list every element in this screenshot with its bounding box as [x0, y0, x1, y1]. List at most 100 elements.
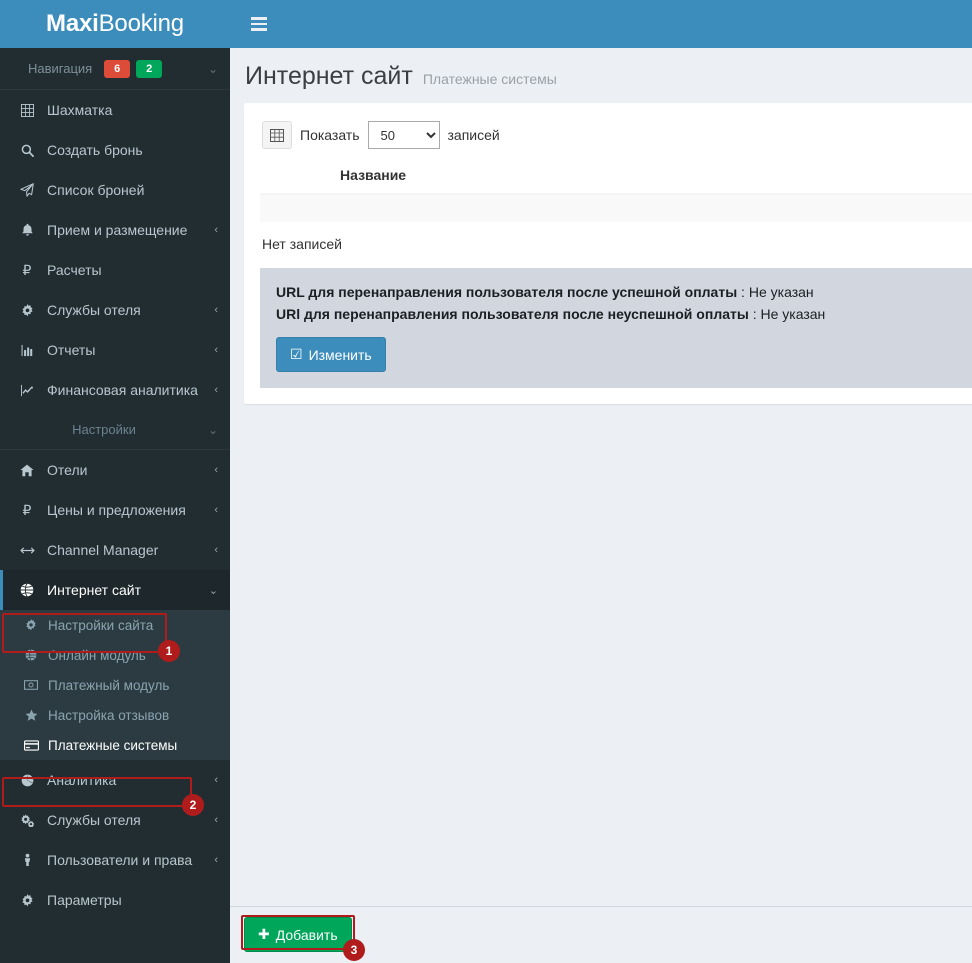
nav-section-header[interactable]: Навигация 6 2 ⌄	[0, 48, 230, 90]
brand-text-part2: Booking	[98, 10, 185, 37]
sidebar-item-parameters[interactable]: Параметры	[0, 880, 230, 920]
sidebar-item-label: Отчеты	[47, 342, 96, 358]
sidebar-item-reports[interactable]: Отчеты ‹	[0, 330, 230, 370]
sidebar-item-hotels[interactable]: Отели ‹	[0, 450, 230, 490]
sidebar-subitem-online-module[interactable]: Онлайн модуль	[0, 640, 230, 670]
user-icon	[17, 853, 37, 867]
sidebar-item-label: Прием и размещение	[47, 222, 188, 238]
add-button-label: Добавить	[275, 926, 338, 943]
sidebar-subitem-reviews-settings[interactable]: Настройка отзывов	[0, 700, 230, 730]
sidebar-submenu-internet-site: Настройки сайта Онлайн модуль Платежный …	[0, 610, 230, 760]
chevron-left-icon: ‹	[214, 464, 218, 476]
bell-icon	[17, 223, 37, 237]
sidebar-subitem-payment-module[interactable]: Платежный модуль	[0, 670, 230, 700]
sidebar-item-create-booking[interactable]: Создать бронь	[0, 130, 230, 170]
gear-icon	[22, 619, 40, 631]
star-icon	[22, 709, 40, 722]
brand-logo[interactable]: MaxiBooking	[0, 0, 230, 48]
show-label: Показать	[300, 127, 360, 143]
info-label-fail-url: URl для перенаправления пользователя пос…	[276, 305, 749, 322]
sidebar-item-channel-manager[interactable]: Channel Manager ‹	[0, 530, 230, 570]
sidebar-item-internet-site[interactable]: Интернет сайт ⌄	[0, 570, 230, 610]
sidebar-item-label: Отели	[47, 462, 88, 478]
content-box: Показать 50 записей Название Нет записей	[244, 103, 972, 405]
page-length-select[interactable]: 50	[367, 121, 440, 149]
globe-icon	[22, 649, 40, 661]
sidebar-item-reception[interactable]: Прием и размещение ‹	[0, 210, 230, 250]
annotation-number-1: 1	[158, 640, 180, 662]
arrows-h-icon	[17, 545, 37, 556]
table-head: Название	[260, 161, 972, 195]
bar-chart-icon	[17, 344, 37, 357]
sidebar-item-users-rights[interactable]: Пользователи и права ‹	[0, 840, 230, 880]
sidebar-item-label: Channel Manager	[47, 542, 159, 558]
brand-text: MaxiBooking	[46, 10, 184, 38]
sidebar-subitem-label: Онлайн модуль	[48, 647, 146, 663]
chevron-left-icon: ‹	[214, 304, 218, 316]
sidebar-item-label: Создать бронь	[47, 142, 143, 158]
records-label: записей	[447, 127, 500, 143]
sidebar-item-label: Список броней	[47, 182, 145, 198]
sidebar-subitem-payment-systems[interactable]: Платежные системы	[0, 730, 230, 760]
sidebar-subitem-label: Настройка отзывов	[48, 707, 170, 723]
sidebar-item-label: Пользователи и права	[47, 852, 193, 868]
sidebar-item-shahmatka[interactable]: Шахматка	[0, 90, 230, 130]
column-header-name[interactable]: Название	[260, 161, 972, 195]
line-chart-icon	[17, 384, 37, 397]
sidebar-item-prices-offers[interactable]: ₽ Цены и предложения ‹	[0, 490, 230, 530]
sidebar-item-label: Финансовая аналитика	[47, 382, 198, 398]
page-subtitle: Платежные системы	[422, 71, 557, 87]
sidebar-item-label: Расчеты	[47, 262, 102, 278]
sidebar-item-booking-list[interactable]: Список броней	[0, 170, 230, 210]
chevron-left-icon: ‹	[214, 854, 218, 866]
datatable-length-row: Показать 50 записей	[262, 121, 972, 149]
sidebar: MaxiBooking Навигация 6 2 ⌄ Шахматка Соз…	[0, 0, 230, 963]
sidebar-item-label: Шахматка	[47, 102, 113, 118]
sidebar-item-calculations[interactable]: ₽ Расчеты	[0, 250, 230, 290]
check-square-icon: ☑	[290, 346, 303, 363]
badge-red: 6	[104, 59, 131, 78]
info-line-fail-url: URl для перенаправления пользователя пос…	[276, 304, 972, 326]
sidebar-item-label: Аналитика	[47, 772, 117, 788]
search-icon	[17, 144, 37, 157]
edit-button[interactable]: ☑ Изменить	[276, 337, 386, 373]
no-records-message: Нет записей	[262, 236, 342, 252]
chevron-left-icon: ‹	[214, 774, 218, 786]
chevron-left-icon: ‹	[214, 544, 218, 556]
gears-icon	[17, 813, 37, 827]
info-sep: :	[748, 305, 761, 322]
chevron-down-icon: ⌄	[208, 584, 218, 597]
info-value-success-url: Не указан	[748, 284, 814, 300]
column-visibility-icon[interactable]	[262, 121, 292, 149]
credit-card-icon	[22, 739, 40, 751]
sidebar-item-hotel-services[interactable]: Службы отеля ‹	[0, 290, 230, 330]
add-button[interactable]: ✚ Добавить	[244, 917, 352, 952]
hamburger-icon[interactable]	[240, 0, 278, 48]
chevron-left-icon: ‹	[214, 504, 218, 516]
annotation-number-3: 3	[343, 939, 365, 961]
home-icon	[17, 464, 37, 477]
sidebar-subitem-site-settings[interactable]: Настройки сайта	[0, 610, 230, 640]
sidebar-item-label: Интернет сайт	[47, 582, 141, 598]
info-label-success-url: URL для перенаправления пользователя пос…	[276, 284, 738, 300]
gear-icon	[17, 893, 37, 907]
brand-text-part1: Maxi	[46, 10, 99, 37]
page-header: Интернет сайт Платежные системы	[230, 48, 972, 103]
table-cell-empty	[260, 194, 972, 222]
ruble-icon: ₽	[22, 261, 32, 278]
sidebar-item-financial-analytics[interactable]: Финансовая аналитика ‹	[0, 370, 230, 410]
sidebar-subitem-label: Платежный модуль	[48, 677, 170, 693]
chevron-left-icon: ‹	[214, 384, 218, 396]
sidebar-subitem-label: Платежные системы	[48, 737, 178, 753]
hamburger-bar	[251, 17, 267, 20]
sidebar-item-label: Службы отеля	[47, 812, 141, 828]
plus-icon: ✚	[258, 926, 270, 942]
settings-section-header[interactable]: Настройки ⌄	[0, 410, 230, 450]
sidebar-item-label: Службы отеля	[47, 302, 141, 318]
hamburger-bar	[251, 28, 267, 31]
money-icon	[22, 680, 40, 690]
info-sep: :	[737, 284, 749, 300]
main-content: Интернет сайт Платежные системы Показать…	[230, 48, 972, 963]
pie-chart-icon	[17, 774, 37, 787]
edit-button-label: Изменить	[308, 346, 372, 363]
